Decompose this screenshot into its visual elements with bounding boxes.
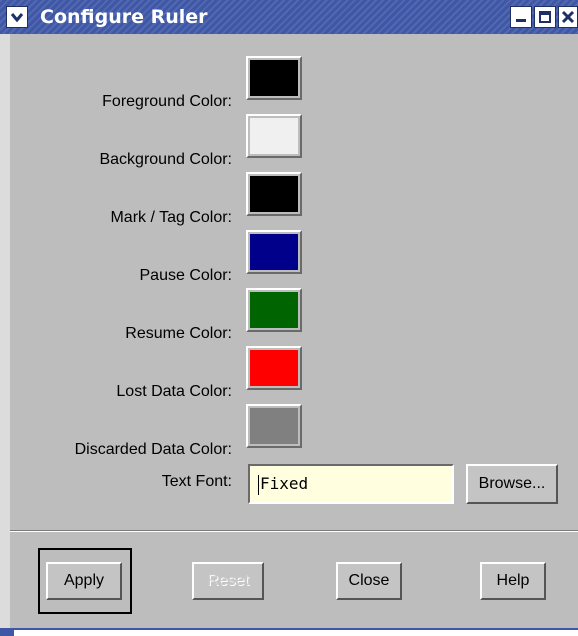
background-color-swatch[interactable] bbox=[246, 114, 302, 158]
desktop-edge bbox=[14, 630, 578, 636]
foreground-color-fill bbox=[250, 60, 298, 96]
text-font-label: Text Font: bbox=[161, 473, 232, 490]
mark-tag-color-swatch[interactable] bbox=[246, 172, 302, 216]
resume-color-label: Resume Color: bbox=[125, 325, 232, 342]
minimize-button[interactable] bbox=[510, 6, 532, 28]
resume-color-fill bbox=[250, 292, 298, 328]
configure-ruler-window: Configure Ruler Foreground Color: Backgr… bbox=[0, 0, 578, 636]
discarded-data-color-swatch[interactable] bbox=[246, 404, 302, 448]
window-title: Configure Ruler bbox=[40, 6, 208, 28]
maximize-icon bbox=[539, 11, 551, 23]
text-font-input[interactable]: Fixed bbox=[248, 464, 454, 504]
pause-color-label: Pause Color: bbox=[139, 267, 233, 284]
pause-color-swatch[interactable] bbox=[246, 230, 302, 274]
window-bottom-edge bbox=[0, 628, 578, 636]
close-button[interactable]: Close bbox=[336, 562, 402, 600]
apply-button[interactable]: Apply bbox=[46, 562, 122, 600]
chevron-down-icon bbox=[10, 13, 24, 22]
text-cursor bbox=[258, 474, 259, 495]
help-button[interactable]: Help bbox=[480, 562, 546, 600]
title-bar[interactable]: Configure Ruler bbox=[0, 0, 578, 34]
foreground-color-label: Foreground Color: bbox=[102, 93, 232, 110]
window-menu-button[interactable] bbox=[6, 6, 28, 28]
close-window-button[interactable] bbox=[558, 6, 578, 28]
browse-button[interactable]: Browse... bbox=[466, 464, 558, 504]
background-color-label: Background Color: bbox=[99, 151, 232, 168]
pause-color-fill bbox=[250, 234, 298, 270]
resume-color-swatch[interactable] bbox=[246, 288, 302, 332]
lost-data-color-fill bbox=[250, 350, 298, 386]
maximize-button[interactable] bbox=[534, 6, 556, 28]
close-icon bbox=[561, 10, 575, 24]
reset-button[interactable]: Reset bbox=[192, 562, 264, 600]
mark-tag-color-fill bbox=[250, 176, 298, 212]
text-font-value: Fixed bbox=[260, 474, 309, 493]
foreground-color-swatch[interactable] bbox=[246, 56, 302, 100]
discarded-data-color-label: Discarded Data Color: bbox=[74, 441, 232, 458]
mark-tag-color-label: Mark / Tag Color: bbox=[110, 209, 232, 226]
lost-data-color-label: Lost Data Color: bbox=[116, 383, 232, 400]
lost-data-color-swatch[interactable] bbox=[246, 346, 302, 390]
separator bbox=[10, 530, 578, 532]
background-color-fill bbox=[250, 118, 298, 154]
minimize-icon bbox=[516, 19, 526, 22]
discarded-data-color-fill bbox=[250, 408, 298, 444]
